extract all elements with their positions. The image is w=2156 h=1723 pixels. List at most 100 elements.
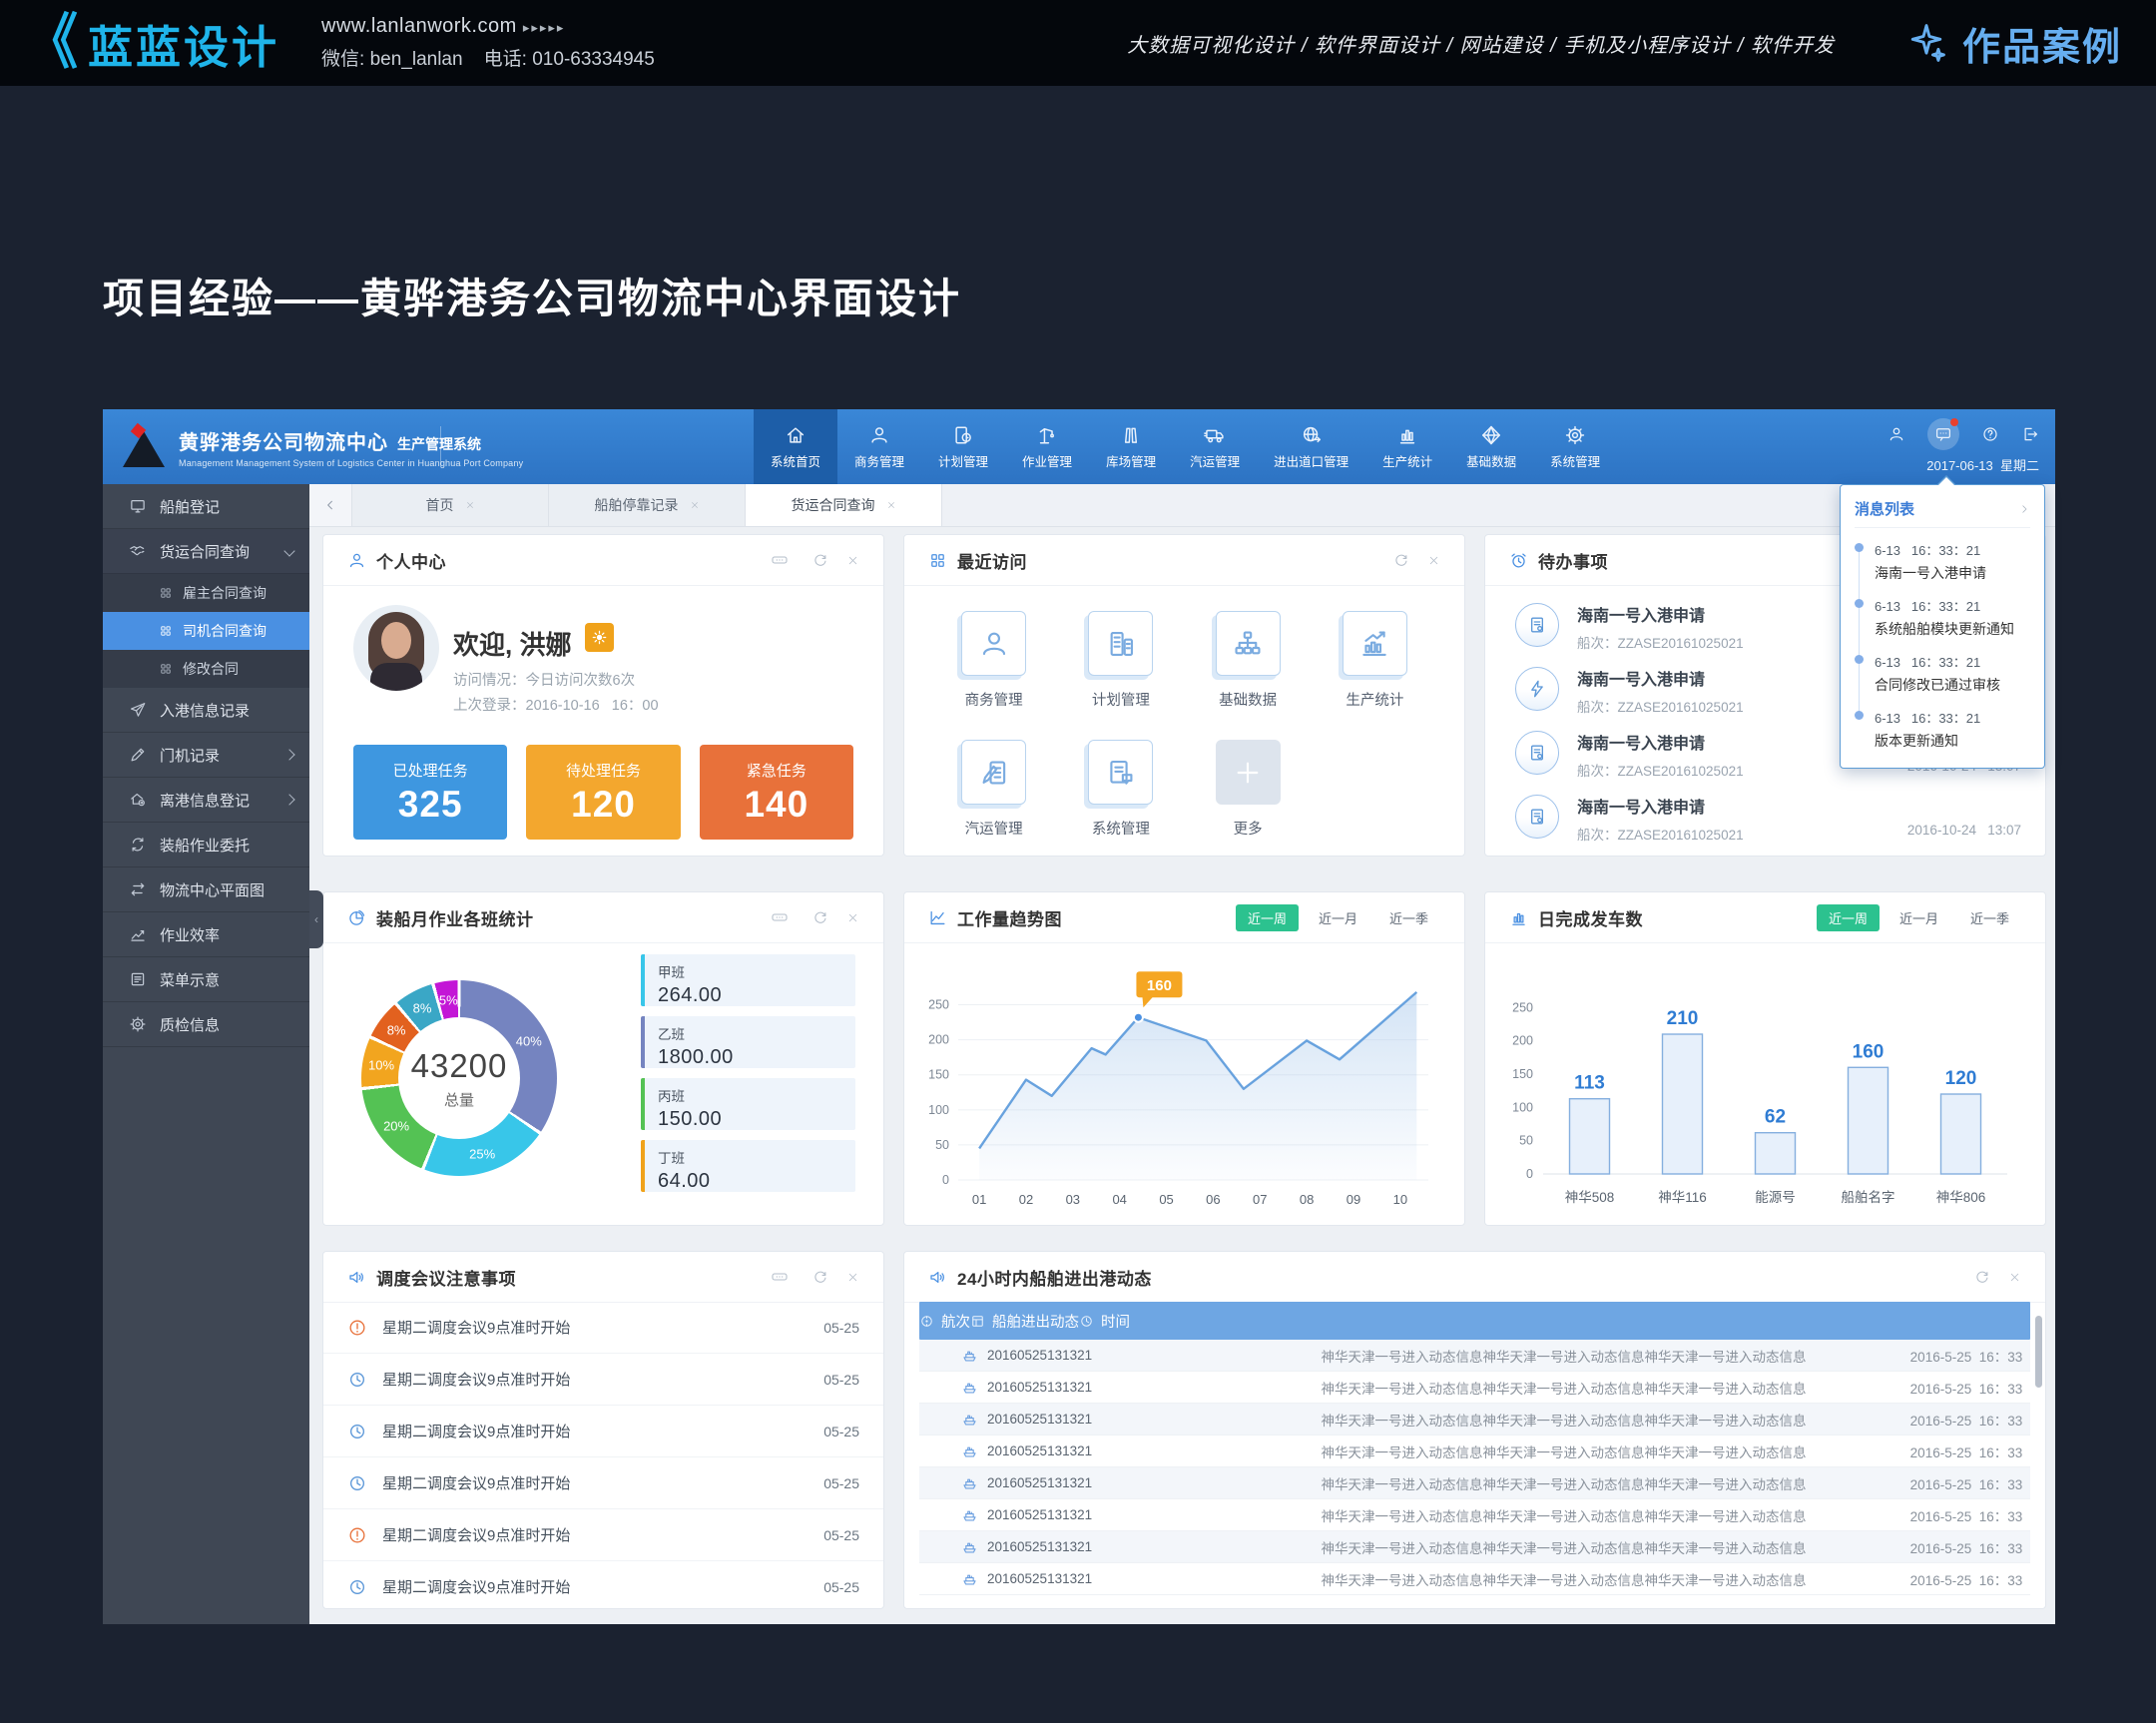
sidebar-item[interactable]: 修改合同 xyxy=(103,650,309,688)
shortcut-tile[interactable]: 商务管理 xyxy=(930,597,1057,726)
table-row[interactable]: 20160525131321 神华天津一号进入动态信息神华天津一号进入动态信息神… xyxy=(919,1531,2030,1563)
nav-item[interactable]: 系统首页 xyxy=(754,409,837,484)
nav-item[interactable]: 系统管理 xyxy=(1533,409,1617,484)
nav-item[interactable]: 进出道口管理 xyxy=(1257,409,1365,484)
table-row[interactable]: 20160525131321 神华天津一号进入动态信息神华天津一号进入动态信息神… xyxy=(919,1467,2030,1499)
tab-close-icon[interactable] xyxy=(886,500,896,510)
tile-label: 基础数据 xyxy=(1219,689,1277,710)
sidebar-item[interactable]: 菜单示意 xyxy=(103,957,309,1002)
sidebar-item[interactable]: 雇主合同查询 xyxy=(103,574,309,612)
shortcut-tile[interactable]: 更多 xyxy=(1185,726,1312,855)
table-row[interactable]: 20160525131321 神华天津一号进入动态信息神华天津一号进入动态信息神… xyxy=(919,1372,2030,1404)
shortcut-tile[interactable]: 汽运管理 xyxy=(930,726,1057,855)
nav-item[interactable]: 生产统计 xyxy=(1365,409,1449,484)
content-tab[interactable]: 货运合同查询 xyxy=(746,484,942,526)
chevron-icon xyxy=(285,795,295,805)
nav-item[interactable]: 库场管理 xyxy=(1089,409,1173,484)
content-tab[interactable]: 船舶停靠记录 xyxy=(549,484,746,526)
refresh-icon[interactable] xyxy=(1393,552,1409,568)
close-icon[interactable] xyxy=(2008,1271,2021,1284)
more-icon[interactable] xyxy=(765,1269,795,1285)
portfolio-label: 作品案例 xyxy=(1962,16,2122,71)
filter-button[interactable]: 近一周 xyxy=(1236,904,1299,931)
filter-button[interactable]: 近一周 xyxy=(1817,904,1880,931)
shortcut-tile[interactable]: 系统管理 xyxy=(1057,726,1184,855)
line-chart: 05010015020025001020304050607080910160 xyxy=(920,948,1442,1210)
meeting-item[interactable]: 星期二调度会议9点准时开始 05-25 xyxy=(323,1406,883,1457)
logout-icon[interactable] xyxy=(2021,425,2039,443)
message-item[interactable]: 6-13 16：33：21 版本更新通知 xyxy=(1855,708,2030,751)
sidebar-item[interactable]: 离港信息登记 xyxy=(103,778,309,823)
refresh-icon[interactable] xyxy=(812,1269,828,1285)
close-icon[interactable] xyxy=(1427,554,1440,567)
task-stat-box[interactable]: 紧急任务 140 xyxy=(700,745,853,840)
table-row[interactable]: 20160525131321 神华天津一号进入动态信息神华天津一号进入动态信息神… xyxy=(919,1563,2030,1595)
sidebar-item[interactable]: 质检信息 xyxy=(103,1002,309,1047)
table-scrollbar[interactable] xyxy=(2035,1316,2042,1388)
svg-text:250: 250 xyxy=(1512,1000,1533,1014)
sidebar-item[interactable]: 装船作业委托 xyxy=(103,823,309,867)
meeting-item[interactable]: 星期二调度会议9点准时开始 05-25 xyxy=(323,1509,883,1561)
task-stat-box[interactable]: 已处理任务 325 xyxy=(353,745,507,840)
message-item[interactable]: 6-13 16：33：21 合同修改已通过审核 xyxy=(1855,652,2030,695)
profile-icon[interactable] xyxy=(1887,425,1905,443)
close-icon[interactable] xyxy=(846,1271,859,1284)
sidebar-item[interactable]: 门机记录 xyxy=(103,733,309,778)
todo-item[interactable]: 海南一号入港申请 船次：ZZASE20161025021 2016-10-24 … xyxy=(1485,787,2045,851)
filter-button[interactable]: 近一季 xyxy=(1958,904,2021,931)
meeting-item[interactable]: 星期二调度会议9点准时开始 05-25 xyxy=(323,1457,883,1509)
sidebar-item[interactable]: 船舶登记 xyxy=(103,484,309,529)
close-icon[interactable] xyxy=(846,554,859,567)
voyage-number: 20160525131321 xyxy=(987,1380,1092,1395)
message-item[interactable]: 6-13 16：33：21 海南一号入港申请 xyxy=(1855,540,2030,583)
refresh-icon[interactable] xyxy=(1974,1269,1990,1285)
chevron-right-icon[interactable] xyxy=(2018,503,2030,515)
messages-button[interactable] xyxy=(1927,418,1959,450)
shortcut-tile[interactable]: 计划管理 xyxy=(1057,597,1184,726)
more-icon[interactable] xyxy=(765,909,795,925)
nav-item[interactable]: 汽运管理 xyxy=(1173,409,1257,484)
refresh-icon[interactable] xyxy=(812,552,828,568)
filter-button[interactable]: 近一月 xyxy=(1307,904,1369,931)
close-icon[interactable] xyxy=(846,911,859,924)
refresh-icon[interactable] xyxy=(812,909,828,925)
notification-dot xyxy=(1950,418,1958,426)
content-tab[interactable]: 首页 xyxy=(352,484,549,526)
svg-text:200: 200 xyxy=(1512,1034,1533,1048)
meeting-item[interactable]: 星期二调度会议9点准时开始 05-25 xyxy=(323,1302,883,1354)
nav-item[interactable]: 计划管理 xyxy=(921,409,1005,484)
sidebar-collapse-handle[interactable]: ‹ xyxy=(309,890,323,948)
table-row[interactable]: 20160525131321 神华天津一号进入动态信息神华天津一号进入动态信息神… xyxy=(919,1404,2030,1436)
sidebar-item[interactable]: 入港信息记录 xyxy=(103,688,309,733)
tab-close-icon[interactable] xyxy=(690,500,700,510)
more-icon[interactable] xyxy=(765,552,795,568)
table-row[interactable]: 20160525131321 神华天津一号进入动态信息神华天津一号进入动态信息神… xyxy=(919,1436,2030,1467)
nav-item[interactable]: 商务管理 xyxy=(837,409,921,484)
portfolio-link[interactable]: 作品案例 xyxy=(1904,16,2122,71)
filter-button[interactable]: 近一月 xyxy=(1887,904,1950,931)
shortcut-tile[interactable]: 生产统计 xyxy=(1312,597,1438,726)
shortcut-tile[interactable]: 基础数据 xyxy=(1185,597,1312,726)
todo-item-icon xyxy=(1527,743,1547,763)
message-item[interactable]: 6-13 16：33：21 系统船舶模块更新通知 xyxy=(1855,596,2030,639)
tab-close-icon[interactable] xyxy=(465,500,475,510)
svg-text:01: 01 xyxy=(972,1192,986,1207)
brand-subtitle: 生产管理系统 xyxy=(397,434,481,454)
help-icon[interactable] xyxy=(1981,425,1999,443)
column-header-label: 航次 xyxy=(941,1311,970,1332)
sidebar-item[interactable]: 作业效率 xyxy=(103,912,309,957)
meeting-item[interactable]: 星期二调度会议9点准时开始 05-25 xyxy=(323,1354,883,1406)
meeting-item[interactable]: 星期二调度会议9点准时开始 05-25 xyxy=(323,1561,883,1612)
tab-back-button[interactable] xyxy=(309,484,352,526)
sidebar-item[interactable]: 物流中心平面图 xyxy=(103,867,309,912)
sidebar-item[interactable]: 货运合同查询 xyxy=(103,529,309,574)
table-row[interactable]: 20160525131321 神华天津一号进入动态信息神华天津一号进入动态信息神… xyxy=(919,1340,2030,1372)
nav-item[interactable]: 作业管理 xyxy=(1005,409,1089,484)
filter-button[interactable]: 近一季 xyxy=(1377,904,1440,931)
task-stat-box[interactable]: 待处理任务 120 xyxy=(526,745,680,840)
sidebar-item[interactable]: 司机合同查询 xyxy=(103,612,309,650)
nav-item[interactable]: 基础数据 xyxy=(1449,409,1533,484)
table-row[interactable]: 20160525131321 神华天津一号进入动态信息神华天津一号进入动态信息神… xyxy=(919,1499,2030,1531)
sidebar-item-label: 门机记录 xyxy=(160,745,220,766)
row-time: 2016-5-25 16：33 xyxy=(1902,1505,2030,1525)
